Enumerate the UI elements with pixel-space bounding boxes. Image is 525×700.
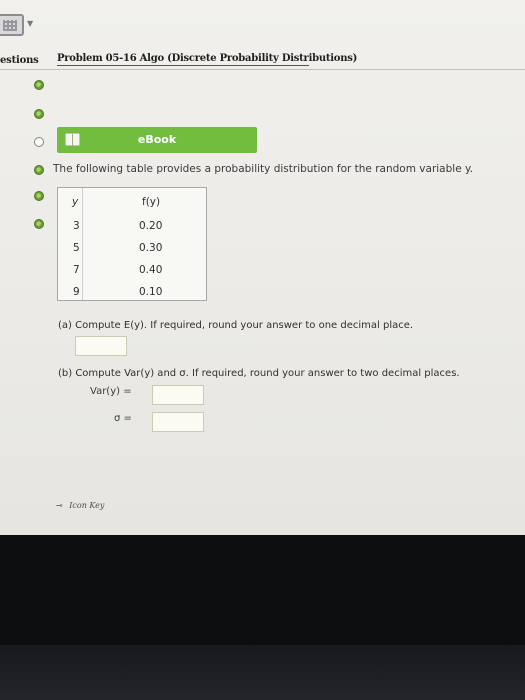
ebook-button[interactable]: eBook (57, 127, 257, 153)
variance-label: Var(y) = (90, 386, 132, 397)
circle-icon[interactable] (34, 137, 44, 147)
table-cell-y: 3 (73, 220, 80, 232)
table-cell-fy: 0.30 (139, 242, 163, 254)
table-cell-y: 7 (73, 264, 80, 276)
table-cell-fy: 0.10 (139, 286, 163, 298)
check-circle-icon[interactable] (34, 80, 44, 90)
icon-key-label: Icon Key (69, 501, 105, 510)
check-circle-icon[interactable] (34, 109, 44, 119)
table-cell-y: 5 (73, 242, 80, 254)
icon-key-link[interactable]: ⊸ Icon Key (56, 501, 104, 510)
header-divider (0, 69, 525, 70)
dropdown-caret-icon[interactable]: ▼ (27, 19, 33, 28)
column-header-y: y (72, 196, 79, 208)
questions-sidebar-label: estions (0, 55, 39, 66)
table-column-divider (82, 188, 83, 300)
table-cell-fy: 0.40 (139, 264, 163, 276)
title-underline (57, 65, 309, 66)
part-a-question: (a) Compute E(y). If required, round you… (58, 320, 414, 331)
variance-input[interactable] (152, 385, 204, 405)
check-circle-icon[interactable] (34, 191, 44, 201)
check-circle-icon[interactable] (34, 219, 44, 229)
probability-distribution-table: y f(y) 3 0.20 5 0.30 7 0.40 9 0.10 (57, 187, 207, 301)
problem-title: Problem 05-16 Algo (Discrete Probability… (57, 53, 358, 64)
keyboard-area (0, 645, 525, 700)
laptop-bezel (0, 535, 525, 700)
question-status-rail (0, 70, 52, 240)
browser-screen: ▼ estions Problem 05-16 Algo (Discrete P… (0, 0, 525, 535)
problem-intro-text: The following table provides a probabili… (53, 163, 474, 175)
check-circle-icon[interactable] (34, 165, 44, 175)
sigma-label: σ = (114, 413, 132, 424)
table-cell-fy: 0.20 (139, 220, 163, 232)
table-cell-y: 9 (73, 286, 80, 298)
expected-value-input[interactable] (75, 336, 127, 356)
part-b-question: (b) Compute Var(y) and σ. If required, r… (58, 368, 460, 379)
standard-deviation-input[interactable] (152, 412, 204, 432)
key-icon: ⊸ (56, 501, 63, 510)
ebook-button-label: eBook (137, 133, 177, 146)
grid-icon[interactable] (0, 14, 24, 36)
column-header-fy: f(y) (142, 196, 161, 208)
